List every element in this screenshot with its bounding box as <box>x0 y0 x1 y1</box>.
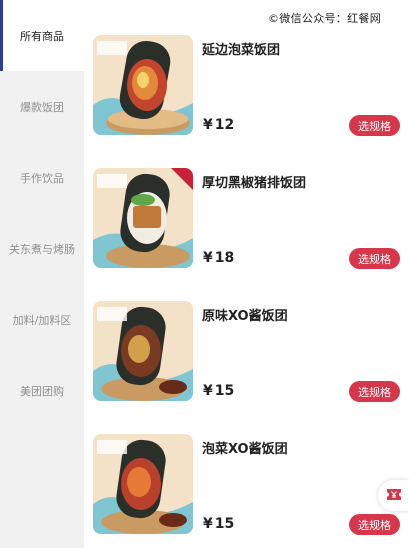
currency-symbol: ¥ <box>203 117 213 133</box>
sidebar-item-meituan-group[interactable]: 美团团购 <box>0 355 84 426</box>
watermark-text: ©微信公众号：红餐网 <box>268 12 381 25</box>
product-name: 原味XO酱饭团 <box>202 309 288 324</box>
sidebar-item-hot-rice-balls[interactable]: 爆款饭团 <box>0 71 84 142</box>
sidebar-item-label: 加料/加料区 <box>12 313 72 327</box>
sidebar-item-label: 手作饮品 <box>20 171 64 185</box>
product-name: 泡菜XO酱饭团 <box>202 442 288 457</box>
product-card[interactable]: 泡菜XO酱饭团 ¥15 选规格 <box>84 434 409 544</box>
product-image[interactable] <box>93 434 193 534</box>
sidebar-item-label: 爆款饭团 <box>20 100 64 114</box>
select-spec-button[interactable]: 选规格 <box>349 115 400 136</box>
product-price: ¥12 <box>203 117 234 133</box>
sidebar-item-label: 美团团购 <box>20 384 64 398</box>
price-value: 15 <box>214 383 235 399</box>
category-sidebar: 所有商品 爆款饭团 手作饮品 关东煮与烤肠 加料/加料区 美团团购 <box>0 0 84 548</box>
product-image[interactable] <box>93 301 193 401</box>
product-price: ¥18 <box>203 250 234 266</box>
product-card[interactable]: 延边泡菜饭团 ¥12 选规格 <box>84 35 409 145</box>
product-price: ¥15 <box>203 516 234 532</box>
product-card[interactable]: 厚切黑椒猪排饭团 ¥18 选规格 <box>84 168 409 278</box>
select-spec-button[interactable]: 选规格 <box>349 381 400 402</box>
sidebar-item-oden-sausage[interactable]: 关东煮与烤肠 <box>0 213 84 284</box>
sidebar-item-label: 所有商品 <box>20 29 64 43</box>
sidebar-item-label: 关东煮与烤肠 <box>9 242 75 256</box>
product-name: 延边泡菜饭团 <box>202 43 281 58</box>
currency-symbol: ¥ <box>203 250 213 266</box>
sidebar-item-drinks[interactable]: 手作饮品 <box>0 142 84 213</box>
sidebar-item-add-ons[interactable]: 加料/加料区 <box>0 284 84 355</box>
product-card[interactable]: 原味XO酱饭团 ¥15 选规格 <box>84 301 409 411</box>
sidebar-item-all-products[interactable]: 所有商品 <box>0 0 84 71</box>
product-image[interactable] <box>93 35 193 135</box>
currency-symbol: ¥ <box>203 383 213 399</box>
product-price: ¥15 <box>203 383 234 399</box>
ticket-icon <box>386 486 402 505</box>
product-image[interactable] <box>93 168 193 268</box>
select-spec-button[interactable]: 选规格 <box>349 514 400 535</box>
price-value: 18 <box>214 250 235 266</box>
select-spec-button[interactable]: 选规格 <box>349 248 400 269</box>
product-name: 厚切黑椒猪排饭团 <box>202 176 307 191</box>
price-value: 15 <box>214 516 235 532</box>
coupon-float-button[interactable] <box>378 480 409 511</box>
currency-symbol: ¥ <box>203 516 213 532</box>
price-value: 12 <box>214 117 235 133</box>
